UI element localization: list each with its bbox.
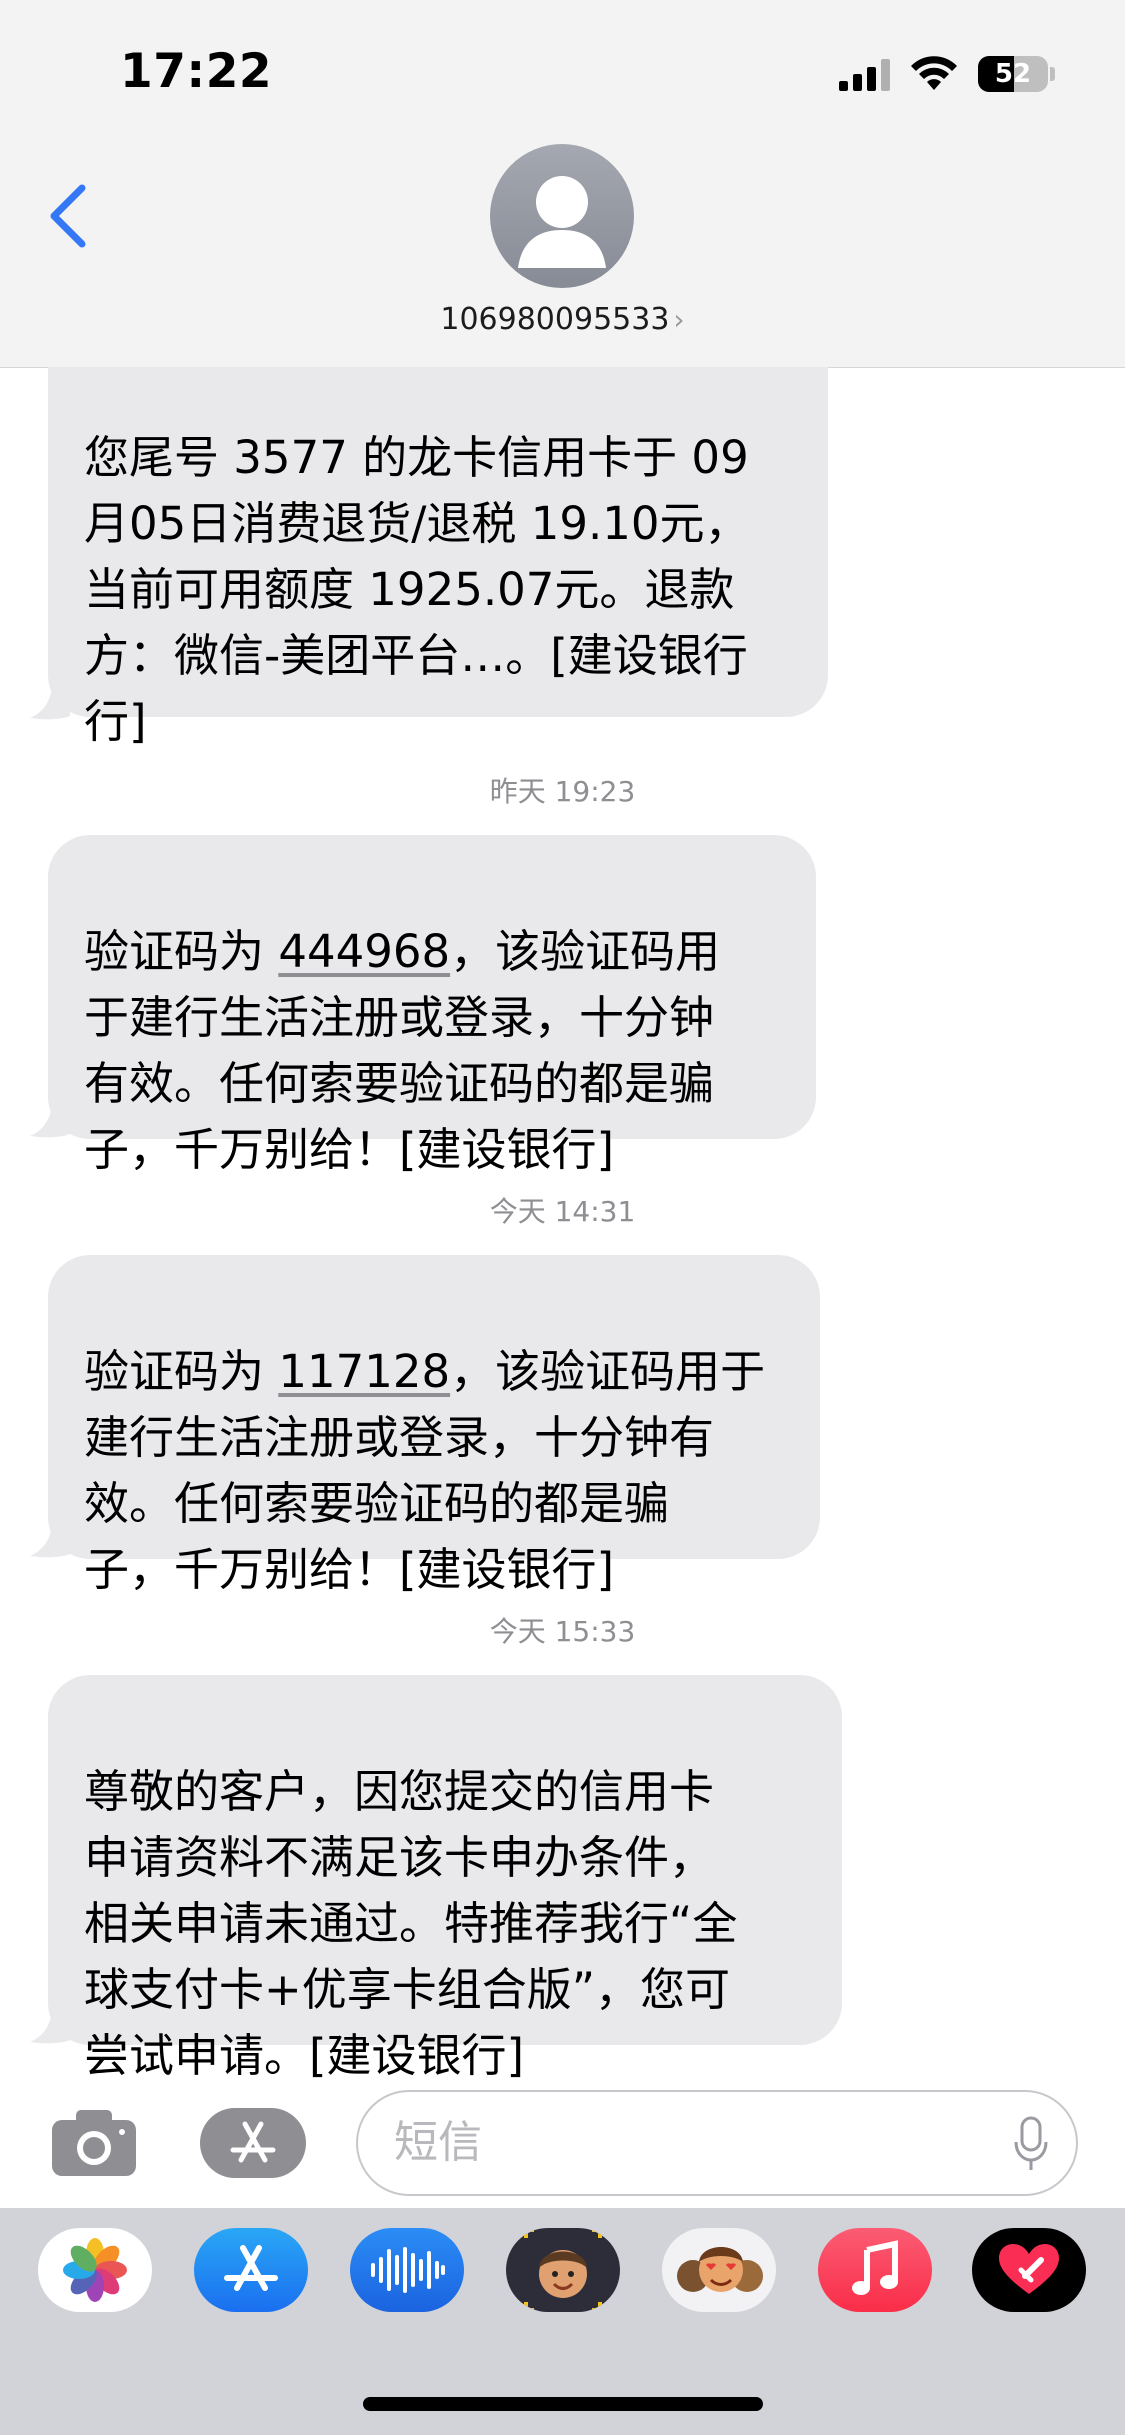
heart-icon [999, 2244, 1059, 2294]
contact-avatar[interactable] [490, 144, 634, 288]
app-store-app-icon[interactable] [194, 2228, 308, 2312]
contact-name-button[interactable]: 106980095533 › [0, 302, 1125, 337]
timestamp-time: 14:31 [554, 1195, 636, 1228]
status-icons: 52 [839, 54, 1055, 94]
app-store-toggle-button[interactable] [200, 2108, 306, 2178]
camera-icon[interactable] [50, 2108, 138, 2178]
bubble-tail [30, 1100, 70, 1138]
memoji-stickers-app-icon[interactable] [662, 2228, 776, 2312]
contact-number-label: 106980095533 [440, 302, 670, 337]
message-bubble[interactable]: 您尾号 3577 的龙卡信用卡于 09 月05日消费退货/退税 19.10元， … [48, 367, 828, 748]
timestamp-day: 今天 [489, 1615, 546, 1648]
message-text-before: 验证码为 [84, 925, 279, 978]
message-bubble[interactable]: 尊敬的客户，因您提交的信用卡 申请资料不满足该卡申办条件， 相关申请未通过。特推… [48, 1675, 842, 2082]
home-indicator[interactable] [363, 2397, 763, 2411]
microphone-icon[interactable] [1014, 2116, 1048, 2172]
app-store-a-icon [224, 2245, 278, 2291]
digital-touch-app-icon[interactable] [972, 2228, 1086, 2312]
verification-code-link[interactable]: 444968 [278, 925, 450, 978]
memoji-app-icon[interactable] [506, 2228, 620, 2312]
message-input-placeholder: 短信 [394, 2117, 482, 2168]
timestamp-day: 昨天 [489, 775, 546, 808]
message-input[interactable]: 短信 [356, 2090, 1078, 2196]
message-bubble[interactable]: 验证码为 444968，该验证码用 于建行生活注册或登录，十分钟 有效。任何索要… [48, 835, 816, 1176]
memoji-face-icon [524, 2228, 602, 2312]
waveform-icon [371, 2247, 445, 2293]
battery-tip [1050, 67, 1055, 81]
timestamp-time: 19:23 [554, 775, 636, 808]
back-chevron-icon[interactable] [44, 180, 92, 252]
music-note-icon [852, 2240, 898, 2295]
message-timestamp: 今天 15:33 [0, 1610, 1125, 1650]
person-silhouette-icon [518, 176, 606, 268]
bubble-tail [30, 2006, 70, 2044]
bubble-tail [30, 1520, 70, 1558]
message-timestamp: 昨天 19:23 [0, 770, 1125, 810]
message-bubble[interactable]: 验证码为 117128，该验证码用于 建行生活注册或登录，十分钟有 效。任何索要… [48, 1255, 820, 1596]
message-timestamp: 今天 14:31 [0, 1190, 1125, 1230]
status-time: 17:22 [120, 44, 273, 99]
verification-code-link[interactable]: 117128 [278, 1345, 450, 1398]
battery-level: 52 [994, 59, 1032, 89]
audio-message-app-icon[interactable] [350, 2228, 464, 2312]
app-store-icon [230, 2121, 276, 2163]
timestamp-day: 今天 [489, 1195, 546, 1228]
music-app-icon[interactable] [818, 2228, 932, 2312]
cellular-signal-icon [839, 57, 890, 91]
message-text: 尊敬的客户，因您提交的信用卡 申请资料不满足该卡申办条件， 相关申请未通过。特推… [84, 1765, 738, 2082]
photos-app-icon[interactable] [38, 2228, 152, 2312]
wifi-icon [911, 56, 957, 90]
message-text: 您尾号 3577 的龙卡信用卡于 09 月05日消费退货/退税 19.10元， … [84, 431, 750, 748]
timestamp-time: 15:33 [554, 1615, 636, 1648]
battery-icon: 52 [978, 56, 1048, 92]
bubble-tail [30, 682, 70, 720]
conversation-header: 17:22 52 106980095533 › [0, 0, 1125, 368]
message-text-before: 验证码为 [84, 1345, 279, 1398]
stickers-faces-icon [677, 2247, 763, 2292]
photos-flower-icon [63, 2238, 127, 2302]
chevron-right-icon: › [673, 303, 685, 336]
